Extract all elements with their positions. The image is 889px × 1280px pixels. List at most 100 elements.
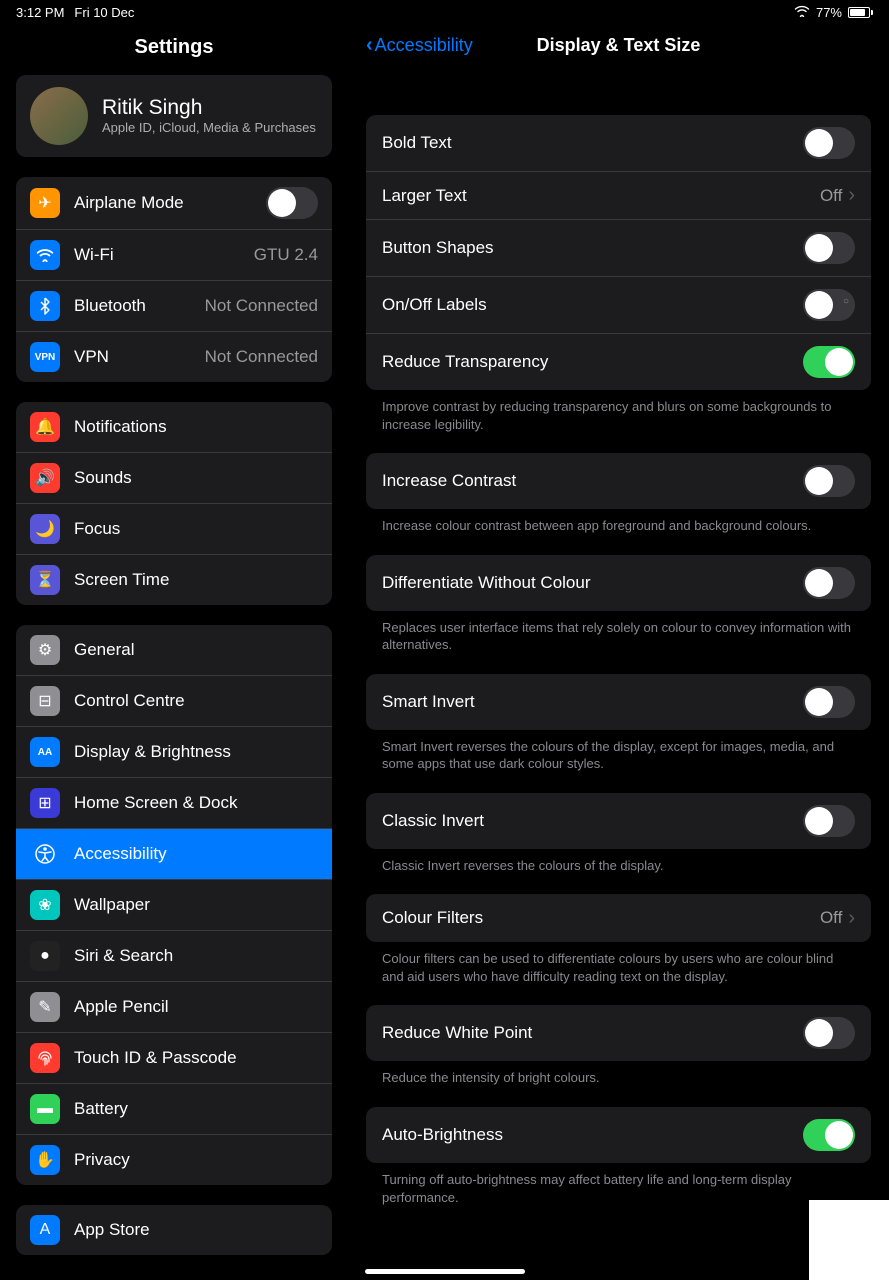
detail-row-label: Reduce White Point bbox=[382, 1023, 532, 1043]
detail-row-bold-text[interactable]: Bold Text bbox=[366, 115, 871, 171]
detail-row-auto-brightness[interactable]: Auto-Brightness bbox=[366, 1107, 871, 1163]
chevron-right-icon: › bbox=[848, 907, 855, 930]
sidebar-item-notifications[interactable]: 🔔Notifications bbox=[16, 402, 332, 452]
battery-percent: 77% bbox=[816, 5, 842, 20]
detail-row-reduce-white-point[interactable]: Reduce White Point bbox=[366, 1005, 871, 1061]
back-button[interactable]: ‹ Accessibility bbox=[366, 34, 473, 57]
toggle[interactable] bbox=[803, 127, 855, 159]
touch-id-passcode-icon bbox=[30, 1043, 60, 1073]
toggle[interactable] bbox=[803, 805, 855, 837]
detail-row-label: Smart Invert bbox=[382, 692, 475, 712]
appstore-group: AApp Store bbox=[16, 1205, 332, 1255]
toggle[interactable] bbox=[803, 289, 855, 321]
battery-icon bbox=[848, 7, 873, 18]
profile-group: Ritik Singh Apple ID, iCloud, Media & Pu… bbox=[16, 75, 332, 157]
toggle[interactable] bbox=[803, 232, 855, 264]
airplane-mode-icon: ✈ bbox=[30, 188, 60, 218]
wifi-status-icon bbox=[794, 5, 810, 20]
home-indicator[interactable] bbox=[365, 1269, 525, 1274]
profile-row[interactable]: Ritik Singh Apple ID, iCloud, Media & Pu… bbox=[16, 75, 332, 157]
detail-group: Increase Contrast bbox=[366, 453, 871, 509]
detail-row-label: Classic Invert bbox=[382, 811, 484, 831]
section-footer: Improve contrast by reducing transparenc… bbox=[366, 390, 871, 433]
detail-row-classic-invert[interactable]: Classic Invert bbox=[366, 793, 871, 849]
detail-group: Classic Invert bbox=[366, 793, 871, 849]
display-brightness-icon: AA bbox=[30, 737, 60, 767]
wi-fi-icon bbox=[30, 240, 60, 270]
detail-row-label: Larger Text bbox=[382, 186, 467, 206]
detail-row-increase-contrast[interactable]: Increase Contrast bbox=[366, 453, 871, 509]
sidebar-item-label: Wallpaper bbox=[74, 895, 318, 915]
row-value: Not Connected bbox=[205, 347, 318, 367]
connectivity-group: ✈ Airplane Mode Wi-FiGTU 2.4BluetoothNot C… bbox=[16, 177, 332, 382]
settings-sidebar: Settings Ritik Singh Apple ID, iCloud, M… bbox=[0, 24, 348, 1280]
detail-row-label: Auto-Brightness bbox=[382, 1125, 503, 1145]
sidebar-item-siri-search[interactable]: ●Siri & Search bbox=[16, 930, 332, 981]
detail-row-label: Colour Filters bbox=[382, 908, 483, 928]
screen-time-icon: ⏳ bbox=[30, 565, 60, 595]
sidebar-item-screen-time[interactable]: ⏳Screen Time bbox=[16, 554, 332, 605]
status-bar: 3:12 PM Fri 10 Dec 77% bbox=[0, 0, 889, 24]
row-value: Not Connected bbox=[205, 296, 318, 316]
general-group: ⚙General ⊟ Control Centre AADisplay & Brigh… bbox=[16, 625, 332, 1185]
toggle[interactable] bbox=[803, 1017, 855, 1049]
sidebar-item-label: Privacy bbox=[74, 1150, 318, 1170]
detail-row-label: Differentiate Without Colour bbox=[382, 573, 591, 593]
sidebar-item-label: General bbox=[74, 640, 318, 660]
toggle[interactable] bbox=[803, 1119, 855, 1151]
sidebar-item-label: Control Centre bbox=[74, 691, 318, 711]
sidebar-item-label: Wi-Fi bbox=[74, 245, 240, 265]
sidebar-item-control-centre[interactable]: ⊟ Control Centre bbox=[16, 675, 332, 726]
sidebar-item-privacy[interactable]: ✋ Privacy bbox=[16, 1134, 332, 1185]
sidebar-item-general[interactable]: ⚙General bbox=[16, 625, 332, 675]
sidebar-item-sounds[interactable]: 🔊Sounds bbox=[16, 452, 332, 503]
status-date: Fri 10 Dec bbox=[74, 5, 134, 20]
detail-row-colour-filters[interactable]: Colour FiltersOff› bbox=[366, 894, 871, 942]
section-footer: Turning off auto-brightness may affect b… bbox=[366, 1163, 871, 1206]
sidebar-item-label: Apple Pencil bbox=[74, 997, 318, 1017]
detail-row-label: Increase Contrast bbox=[382, 471, 516, 491]
back-label: Accessibility bbox=[375, 35, 473, 56]
sidebar-item-home-screen-dock[interactable]: ⊞Home Screen & Dock bbox=[16, 777, 332, 828]
sidebar-item-label: Notifications bbox=[74, 417, 318, 437]
detail-row-smart-invert[interactable]: Smart Invert bbox=[366, 674, 871, 730]
section-footer: Increase colour contrast between app for… bbox=[366, 509, 871, 535]
toggle[interactable] bbox=[803, 346, 855, 378]
toggle[interactable] bbox=[803, 686, 855, 718]
sidebar-item-apple-pencil[interactable]: ✎ Apple Pencil bbox=[16, 981, 332, 1032]
detail-row-label: On/Off Labels bbox=[382, 295, 487, 315]
detail-row-differentiate-without-colour[interactable]: Differentiate Without Colour bbox=[366, 555, 871, 611]
detail-row-button-shapes[interactable]: Button Shapes bbox=[366, 219, 871, 276]
sidebar-item-label: Sounds bbox=[74, 468, 318, 488]
notifications-group: 🔔Notifications🔊Sounds🌙Focus⏳Screen Time bbox=[16, 402, 332, 605]
detail-row-on-off-labels[interactable]: On/Off Labels bbox=[366, 276, 871, 333]
sidebar-item-app-store[interactable]: AApp Store bbox=[16, 1205, 332, 1255]
sidebar-item-battery[interactable]: ▬Battery bbox=[16, 1083, 332, 1134]
sidebar-item-label: Focus bbox=[74, 519, 318, 539]
sidebar-item-display-brightness[interactable]: AADisplay & Brightness bbox=[16, 726, 332, 777]
detail-row-larger-text[interactable]: Larger Text Off› bbox=[366, 171, 871, 219]
profile-name: Ritik Singh bbox=[102, 96, 316, 120]
detail-group: Auto-Brightness bbox=[366, 1107, 871, 1163]
sidebar-item-airplane-mode[interactable]: ✈ Airplane Mode bbox=[16, 177, 332, 229]
apple-pencil-icon: ✎ bbox=[30, 992, 60, 1022]
sidebar-item-touch-id-passcode[interactable]: Touch ID & Passcode bbox=[16, 1032, 332, 1083]
toggle[interactable] bbox=[266, 187, 318, 219]
sidebar-item-wallpaper[interactable]: ❀Wallpaper bbox=[16, 879, 332, 930]
toggle[interactable] bbox=[803, 567, 855, 599]
sidebar-item-label: Battery bbox=[74, 1099, 318, 1119]
sidebar-item-accessibility[interactable]: Accessibility bbox=[16, 828, 332, 879]
privacy-icon: ✋ bbox=[30, 1145, 60, 1175]
detail-pane: ‹ Accessibility Display & Text Size Bold… bbox=[348, 24, 889, 1280]
avatar bbox=[30, 87, 88, 145]
siri-search-icon: ● bbox=[30, 941, 60, 971]
detail-row-reduce-transparency[interactable]: Reduce Transparency bbox=[366, 333, 871, 390]
sidebar-item-wi-fi[interactable]: Wi-FiGTU 2.4 bbox=[16, 229, 332, 280]
detail-row-value: Off› bbox=[820, 184, 855, 207]
toggle[interactable] bbox=[803, 465, 855, 497]
sidebar-item-vpn[interactable]: VPNVPNNot Connected bbox=[16, 331, 332, 382]
sidebar-item-label: Airplane Mode bbox=[74, 193, 252, 213]
control-centre-icon: ⊟ bbox=[30, 686, 60, 716]
sidebar-item-bluetooth[interactable]: BluetoothNot Connected bbox=[16, 280, 332, 331]
sidebar-item-focus[interactable]: 🌙Focus bbox=[16, 503, 332, 554]
